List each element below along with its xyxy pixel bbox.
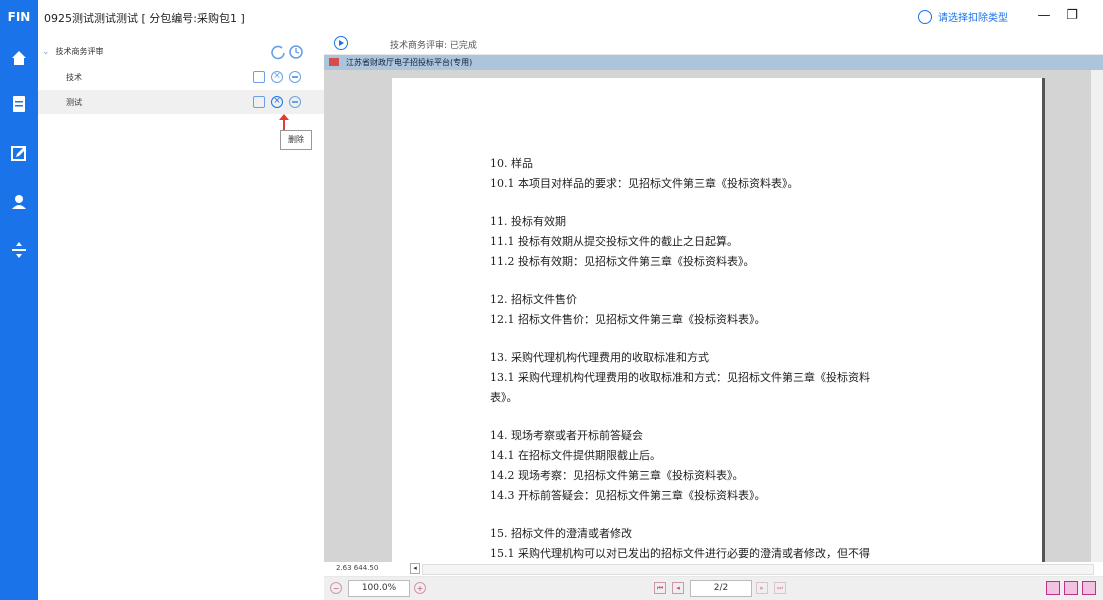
document-line: 13. 采购代理机构代理费用的收取标准和方式 bbox=[490, 351, 709, 364]
document-tab[interactable]: 江苏省财政厅电子招投标平台(专用) bbox=[324, 55, 1103, 70]
edit-icon[interactable] bbox=[253, 71, 265, 83]
user-icon[interactable] bbox=[9, 192, 29, 212]
document-line: 14. 现场考察或者开标前答疑会 bbox=[490, 429, 643, 442]
delete-icon[interactable]: × bbox=[271, 96, 283, 108]
document-line: 12.1 招标文件售价：见招标文件第三章《投标资料表》。 bbox=[490, 313, 766, 326]
tree-root-label: 技术商务评审 bbox=[55, 47, 104, 56]
tree-item-tech[interactable]: 技术 × bbox=[38, 65, 324, 89]
pdf-icon bbox=[329, 58, 339, 66]
remove-icon[interactable] bbox=[289, 71, 301, 83]
pdf-page: 10. 样品 10.1 本项目对样品的要求：见招标文件第三章《投标资料表》。 11.… bbox=[392, 78, 1045, 562]
left-rail bbox=[0, 34, 38, 600]
edit-icon[interactable] bbox=[9, 144, 29, 164]
title-bar: FIN 0925测试测试测试 [ 分包编号:采购包1 ] 请选择扣除类型 — ❐ bbox=[0, 0, 1103, 34]
remove-icon[interactable] bbox=[289, 96, 301, 108]
restore-button[interactable]: ❐ bbox=[1062, 6, 1082, 26]
document-line: 表》。 bbox=[490, 391, 518, 404]
cursor-coordinates: 2.63 644.50 bbox=[336, 564, 379, 572]
document-line: 11. 投标有效期 bbox=[490, 215, 566, 228]
document-line: 15.1 采购代理机构可以对已发出的招标文件进行必要的澄清或者修改，但不得 bbox=[490, 547, 870, 560]
window-title: 0925测试测试测试 [ 分包编号:采购包1 ] bbox=[44, 12, 245, 25]
document-icon[interactable] bbox=[9, 94, 29, 114]
document-line: 15. 招标文件的澄清或者修改 bbox=[490, 527, 632, 540]
fit-width-view-icon[interactable] bbox=[1064, 581, 1078, 595]
page-indicator[interactable]: 2/2 bbox=[690, 580, 752, 597]
tree-item-label: 测试 bbox=[66, 98, 82, 107]
zoom-field[interactable]: 100.0% bbox=[348, 580, 410, 597]
delete-tooltip: 删除 bbox=[280, 130, 312, 150]
tree-item-label: 技术 bbox=[66, 73, 82, 82]
refresh-icon[interactable] bbox=[270, 44, 306, 60]
status-row: 技术商务评审: 已完成 bbox=[324, 34, 1103, 54]
tree-root[interactable]: ⌄ 技术商务评审 bbox=[42, 46, 104, 57]
horizontal-scrollbar[interactable] bbox=[422, 564, 1094, 575]
package-type-label: 请选择扣除类型 bbox=[938, 13, 1008, 24]
document-line: 11.1 投标有效期从提交投标文件的截止之日起算。 bbox=[490, 235, 738, 248]
package-type-selector[interactable]: 请选择扣除类型 bbox=[918, 9, 1008, 24]
pdf-viewer[interactable]: 10. 样品 10.1 本项目对样品的要求：见招标文件第三章《投标资料表》。 11.… bbox=[324, 70, 1103, 562]
last-page-icon[interactable]: ⏭ bbox=[774, 582, 786, 594]
document-line: 13.1 采购代理机构代理费用的收取标准和方式：见招标文件第三章《投标资料 bbox=[490, 371, 870, 384]
document-line: 14.2 现场考察：见招标文件第三章《投标资料表》。 bbox=[490, 469, 744, 482]
scroll-left-button[interactable]: ◂ bbox=[410, 563, 420, 574]
first-page-icon[interactable]: ⏮ bbox=[654, 582, 666, 594]
minimize-button[interactable]: — bbox=[1034, 6, 1054, 26]
document-line: 11.2 投标有效期：见招标文件第三章《投标资料表》。 bbox=[490, 255, 755, 268]
chevron-down-icon[interactable]: ⌄ bbox=[42, 47, 50, 57]
vertical-scrollbar[interactable] bbox=[1091, 70, 1103, 562]
zoom-in-icon[interactable]: + bbox=[414, 582, 426, 594]
document-tab-title: 江苏省财政厅电子招投标平台(专用) bbox=[346, 58, 473, 67]
document-line: 14.3 开标前答疑会：见招标文件第三章《投标资料表》。 bbox=[490, 489, 766, 502]
viewer-toolbar: − 100.0% + ⏮ ◂ 2/2 ▸ ⏭ bbox=[324, 577, 1103, 600]
delete-icon[interactable]: × bbox=[271, 71, 283, 83]
page-text: 10. 样品 10.1 本项目对样品的要求：见招标文件第三章《投标资料表》。 11.… bbox=[490, 154, 970, 562]
document-line: 14.1 在招标文件提供期限截止后。 bbox=[490, 449, 661, 462]
home-icon[interactable] bbox=[9, 48, 29, 68]
app-logo: FIN bbox=[0, 0, 38, 34]
continuous-view-icon[interactable] bbox=[1082, 581, 1096, 595]
deduction-type-icon bbox=[918, 9, 932, 24]
document-line: 10.1 本项目对样品的要求：见招标文件第三章《投标资料表》。 bbox=[490, 177, 799, 190]
split-icon[interactable] bbox=[9, 240, 29, 260]
review-tree-panel: ⌄ 技术商务评审 技术 × 测试 × 删除 bbox=[38, 34, 324, 600]
single-page-view-icon[interactable] bbox=[1046, 581, 1060, 595]
next-page-icon[interactable]: ▸ bbox=[756, 582, 768, 594]
document-line: 10. 样品 bbox=[490, 157, 533, 170]
edit-icon[interactable] bbox=[253, 96, 265, 108]
document-area: 技术商务评审: 已完成 江苏省财政厅电子招投标平台(专用) 10. 样品 10.1… bbox=[324, 34, 1103, 600]
tree-item-test[interactable]: 测试 × bbox=[38, 90, 324, 114]
prev-page-icon[interactable]: ◂ bbox=[672, 582, 684, 594]
zoom-out-icon[interactable]: − bbox=[330, 582, 342, 594]
review-status: 技术商务评审: 已完成 bbox=[390, 41, 477, 51]
document-line: 12. 招标文件售价 bbox=[490, 293, 577, 306]
play-icon[interactable] bbox=[334, 36, 348, 50]
coordinate-row: 2.63 644.50 ◂ bbox=[324, 562, 1103, 576]
